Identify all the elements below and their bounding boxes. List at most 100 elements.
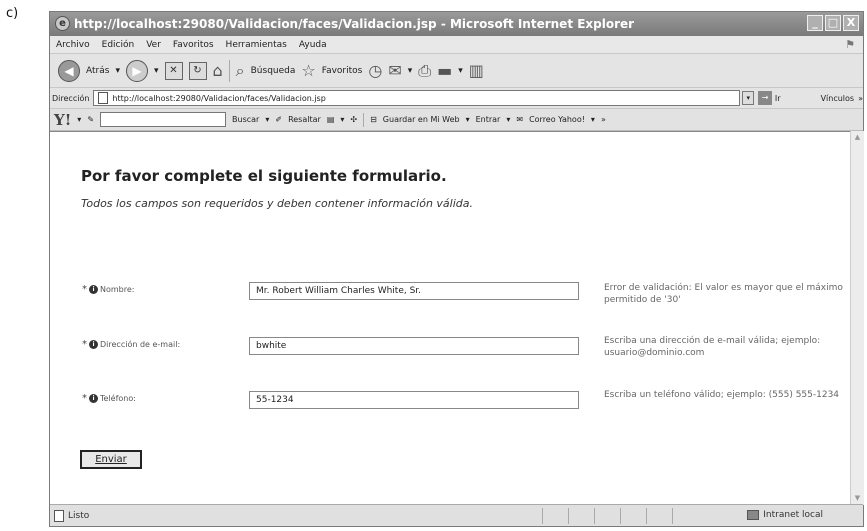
- search-icon[interactable]: ⌕: [236, 61, 245, 81]
- edit-icon[interactable]: ▬: [437, 61, 452, 80]
- address-input[interactable]: http://localhost:29080/Validacion/faces/…: [93, 90, 741, 106]
- pin-icon[interactable]: ✣: [350, 115, 357, 124]
- enter-dropdown-icon[interactable]: ▾: [506, 115, 510, 124]
- figure-label: c): [6, 6, 19, 21]
- status-divider: [542, 508, 543, 524]
- links-chevron-icon[interactable]: »: [858, 94, 863, 103]
- intranet-icon: [747, 510, 760, 520]
- email-input[interactable]: bwhite: [249, 337, 579, 355]
- ie-icon: e: [55, 16, 70, 31]
- browser-window: e http://localhost:29080/Validacion/face…: [49, 11, 864, 527]
- page-content: Por favor complete el siguiente formular…: [50, 131, 850, 505]
- phone-label-row: * i Teléfono:: [82, 393, 136, 404]
- stop-icon[interactable]: ✕: [164, 61, 183, 80]
- name-label: Nombre:: [100, 285, 135, 294]
- standard-toolbar: ◀ Atrás ▾ ▶ ▾ ✕ ↻ ⌂ ⌕ Búsqueda ☆ Favorit…: [50, 54, 863, 88]
- pencil-icon[interactable]: ✎: [87, 115, 94, 124]
- status-bar: Listo Intranet local: [50, 504, 863, 526]
- window-title: http://localhost:29080/Validacion/faces/…: [74, 17, 635, 31]
- favorites-label[interactable]: Favoritos: [322, 66, 363, 76]
- menu-item-archivo[interactable]: Archivo: [56, 40, 90, 50]
- toolbar-separator: [228, 59, 230, 82]
- title-bar: e http://localhost:29080/Validacion/face…: [50, 12, 863, 36]
- address-label: Dirección: [52, 93, 90, 103]
- refresh-icon[interactable]: ↻: [188, 61, 207, 80]
- email-label-row: * i Dirección de e-mail:: [82, 339, 180, 350]
- search-label[interactable]: Búsqueda: [251, 66, 296, 76]
- phone-error-message: Escriba un teléfono válido; ejemplo: (55…: [604, 390, 840, 400]
- phone-input[interactable]: 55-1234: [249, 391, 579, 409]
- required-star: *: [82, 339, 87, 350]
- discuss-icon[interactable]: ▥: [469, 61, 484, 80]
- address-dropdown-icon[interactable]: ▾: [742, 91, 755, 105]
- minimize-button[interactable]: _: [807, 15, 823, 31]
- go-label[interactable]: Ir: [775, 94, 781, 103]
- mail-envelope-icon[interactable]: ✉: [516, 115, 523, 124]
- history-icon[interactable]: ◷: [368, 61, 382, 80]
- edit-dropdown-icon[interactable]: ▾: [458, 66, 463, 76]
- menu-item-ver[interactable]: Ver: [146, 40, 161, 50]
- bookmark-icon[interactable]: ⊟: [370, 115, 377, 124]
- menu-item-herramientas[interactable]: Herramientas: [226, 40, 287, 50]
- form-subheading: Todos los campos son requeridos y deben …: [81, 197, 474, 210]
- windows-flag-icon: ⚑: [845, 38, 855, 51]
- scroll-up-icon[interactable]: ▲: [851, 131, 864, 144]
- phone-label: Teléfono:: [100, 394, 136, 403]
- mail-dropdown-icon-2[interactable]: ▾: [591, 115, 595, 124]
- required-star: *: [82, 284, 87, 295]
- status-divider: [594, 508, 595, 524]
- email-error-message: Escriba una dirección de e-mail válida; …: [604, 336, 821, 358]
- name-label-row: * i Nombre:: [82, 284, 134, 295]
- status-divider: [646, 508, 647, 524]
- back-arrow-icon[interactable]: ◀: [58, 59, 80, 82]
- layout-icon[interactable]: ▤: [327, 115, 335, 124]
- status-divider: [568, 508, 569, 524]
- highlight-icon[interactable]: ✐: [275, 115, 282, 124]
- vertical-scrollbar[interactable]: ▲ ▼: [850, 131, 864, 505]
- menu-bar: Archivo Edición Ver Favoritos Herramient…: [50, 36, 863, 54]
- yahoo-search-button[interactable]: Buscar: [232, 115, 259, 124]
- links-label[interactable]: Vínculos: [821, 94, 855, 103]
- address-bar: Dirección http://localhost:29080/Validac…: [50, 88, 863, 109]
- window-controls: _ □ X: [807, 15, 859, 31]
- save-to-web-button[interactable]: Guardar en Mi Web: [383, 115, 460, 124]
- info-icon: i: [89, 394, 98, 403]
- save-dropdown-icon[interactable]: ▾: [466, 115, 470, 124]
- print-icon[interactable]: ⎙: [418, 61, 431, 81]
- info-icon: i: [89, 340, 98, 349]
- forward-arrow-icon[interactable]: ▶: [125, 59, 148, 82]
- status-divider: [620, 508, 621, 524]
- yahoo-mail-button[interactable]: Correo Yahoo!: [529, 115, 585, 124]
- menu-item-favoritos[interactable]: Favoritos: [173, 40, 214, 50]
- menu-item-edicion[interactable]: Edición: [102, 40, 135, 50]
- name-input[interactable]: Mr. Robert William Charles White, Sr.: [249, 282, 579, 300]
- info-icon: i: [89, 285, 98, 294]
- yahoo-logo-icon[interactable]: Y!: [54, 111, 71, 129]
- go-arrow-icon[interactable]: →: [758, 91, 772, 105]
- favorites-star-icon[interactable]: ☆: [301, 61, 315, 80]
- back-label[interactable]: Atrás: [86, 66, 109, 76]
- submit-button[interactable]: Enviar: [80, 450, 142, 469]
- layout-dropdown-icon[interactable]: ▾: [340, 115, 344, 124]
- forward-dropdown-icon[interactable]: ▾: [154, 66, 159, 76]
- home-icon[interactable]: ⌂: [213, 61, 223, 80]
- email-label: Dirección de e-mail:: [100, 340, 181, 349]
- yahoo-search-input[interactable]: [100, 112, 227, 127]
- enter-button[interactable]: Entrar: [476, 115, 501, 124]
- close-button[interactable]: X: [843, 15, 859, 31]
- yahoo-toolbar: Y! ▾ ✎ Buscar ▾ ✐ Resaltar ▤ ▾ ✣ ⊟ Guard…: [50, 109, 863, 131]
- back-dropdown-icon[interactable]: ▾: [115, 66, 120, 76]
- page-icon: [98, 92, 109, 104]
- status-divider: [672, 508, 673, 524]
- menu-item-ayuda[interactable]: Ayuda: [299, 40, 327, 50]
- status-text: Listo: [68, 510, 90, 521]
- more-chevron-icon[interactable]: »: [601, 115, 606, 124]
- mail-icon[interactable]: ✉: [388, 61, 401, 80]
- mail-dropdown-icon[interactable]: ▾: [408, 66, 413, 76]
- highlight-button[interactable]: Resaltar: [288, 115, 321, 124]
- yahoo-dropdown-icon[interactable]: ▾: [77, 115, 81, 124]
- maximize-button[interactable]: □: [825, 15, 841, 31]
- yahoo-search-dropdown-icon[interactable]: ▾: [265, 115, 269, 124]
- address-url: http://localhost:29080/Validacion/faces/…: [112, 93, 326, 103]
- security-zone: Intranet local: [747, 510, 823, 520]
